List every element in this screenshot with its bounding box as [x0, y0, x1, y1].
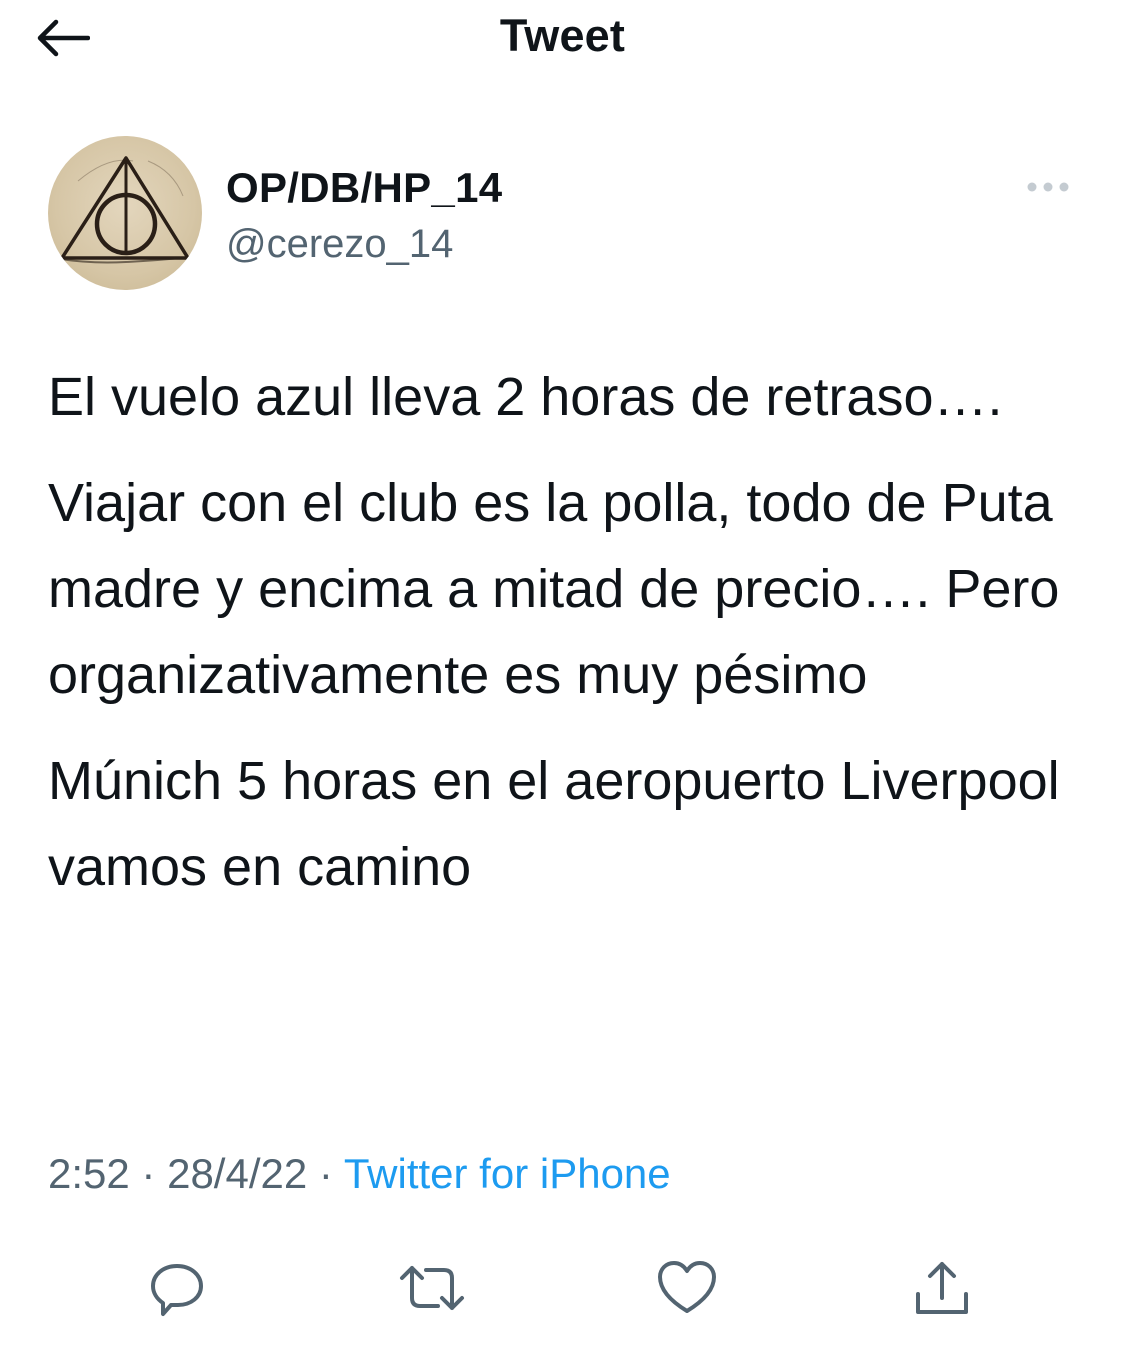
tweet-paragraph: Viajar con el club es la polla, todo de …	[48, 473, 1060, 705]
share-icon	[916, 1262, 968, 1314]
meta-separator: ·	[141, 1150, 156, 1197]
retweet-button[interactable]	[392, 1248, 472, 1328]
heart-icon	[658, 1261, 716, 1313]
page-title: Tweet	[499, 10, 626, 61]
meta-separator: ·	[318, 1150, 333, 1197]
tweet-time: 2:52	[48, 1150, 130, 1197]
display-name[interactable]: OP/DB/HP_14	[226, 164, 502, 212]
user-handle[interactable]: @cerezo_14	[226, 222, 453, 267]
tweet-text: El vuelo azul lleva 2 horas de retraso….…	[48, 354, 1098, 930]
tweet-date: 28/4/22	[167, 1150, 308, 1197]
retweet-icon	[400, 1266, 464, 1310]
action-bar	[0, 1240, 1125, 1330]
reply-button[interactable]	[137, 1248, 217, 1328]
avatar[interactable]	[48, 136, 202, 290]
tweet-paragraph: Múnich 5 horas en el aeropuerto Liverpoo…	[48, 751, 1060, 897]
reply-icon	[151, 1264, 203, 1316]
deathly-hallows-avatar	[53, 156, 199, 264]
more-button[interactable]	[1018, 172, 1078, 202]
like-button[interactable]	[647, 1248, 727, 1328]
tweet-paragraph: El vuelo azul lleva 2 horas de retraso….	[48, 367, 1003, 427]
more-horizontal-icon	[1027, 182, 1069, 192]
tweet-author: OP/DB/HP_14 @cerezo_14	[48, 136, 1078, 296]
tweet-source-link[interactable]: Twitter for iPhone	[344, 1150, 671, 1197]
share-button[interactable]	[902, 1248, 982, 1328]
top-bar: Tweet	[0, 0, 1125, 78]
tweet-meta: 2:52 · 28/4/22 · Twitter for iPhone	[48, 1150, 671, 1198]
